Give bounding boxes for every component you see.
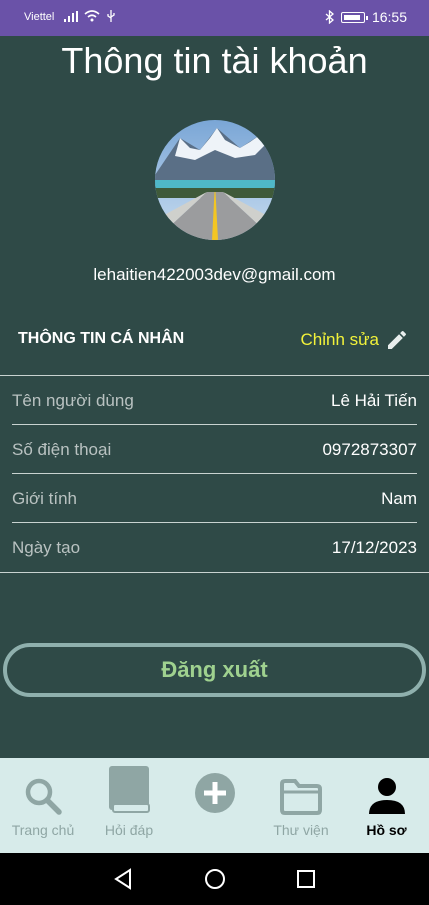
logout-button[interactable]: Đăng xuất bbox=[3, 643, 426, 697]
edit-label: Chỉnh sửa bbox=[300, 330, 379, 349]
bluetooth-icon bbox=[325, 10, 334, 24]
row-label: Số điện thoại bbox=[12, 439, 112, 459]
info-row-phone: Số điện thoại 0972873307 bbox=[12, 425, 417, 474]
user-email: lehaitien422003dev@gmail.com bbox=[93, 265, 336, 284]
row-label: Giới tính bbox=[12, 488, 78, 508]
clock: 16:55 bbox=[371, 9, 407, 25]
usb-icon bbox=[107, 10, 115, 22]
row-label: Tên người dùng bbox=[12, 390, 134, 410]
row-value: Lê Hải Tiến bbox=[331, 390, 417, 410]
folder-icon bbox=[280, 779, 322, 815]
recents-icon[interactable] bbox=[296, 868, 316, 890]
section-title: THÔNG TIN CÁ NHÂN bbox=[18, 330, 185, 347]
info-row-gender: Giới tính Nam bbox=[12, 474, 417, 523]
home-icon[interactable] bbox=[204, 868, 226, 890]
book-icon bbox=[109, 766, 150, 813]
info-row-created-date: Ngày tạo 17/12/2023 bbox=[12, 523, 417, 572]
nav-label: Hồ sơ bbox=[366, 822, 407, 838]
info-row-username: Tên người dùng Lê Hải Tiến bbox=[12, 376, 417, 425]
nav-label: Thư viện bbox=[273, 822, 329, 838]
nav-item-add[interactable] bbox=[172, 758, 258, 853]
nav-label: Hỏi đáp bbox=[104, 822, 154, 838]
person-icon bbox=[368, 778, 405, 814]
nav-label: Trang chủ bbox=[11, 822, 75, 838]
row-value: 17/12/2023 bbox=[331, 537, 417, 557]
bottom-nav: Trang chủ Hỏi đáp Thư viện Hồ sơ bbox=[0, 758, 429, 853]
system-nav-bar bbox=[0, 853, 429, 905]
pencil-icon bbox=[388, 330, 407, 349]
divider bbox=[0, 572, 429, 573]
nav-item-profile[interactable]: Hồ sơ bbox=[344, 758, 429, 853]
avatar[interactable] bbox=[155, 120, 275, 240]
signal-indicators bbox=[64, 10, 116, 22]
status-bar: Viettel 16:55 bbox=[0, 0, 429, 36]
carrier-name: Viettel bbox=[24, 11, 55, 23]
row-label: Ngày tạo bbox=[12, 537, 81, 557]
signal-icon bbox=[64, 10, 78, 22]
row-value: Nam bbox=[381, 488, 417, 508]
battery-icon bbox=[340, 11, 368, 23]
nav-item-home[interactable]: Trang chủ bbox=[0, 758, 86, 853]
nav-item-qa[interactable]: Hỏi đáp bbox=[86, 758, 172, 853]
add-circle-icon bbox=[195, 773, 235, 813]
row-value: 0972873307 bbox=[322, 439, 417, 459]
wifi-icon bbox=[84, 10, 100, 22]
search-icon bbox=[25, 778, 62, 815]
edit-profile-button[interactable]: Chỉnh sửa bbox=[301, 328, 409, 352]
back-icon[interactable] bbox=[113, 868, 133, 890]
page-title: Thông tin tài khoản bbox=[61, 40, 368, 81]
nav-item-library[interactable]: Thư viện bbox=[258, 758, 344, 853]
